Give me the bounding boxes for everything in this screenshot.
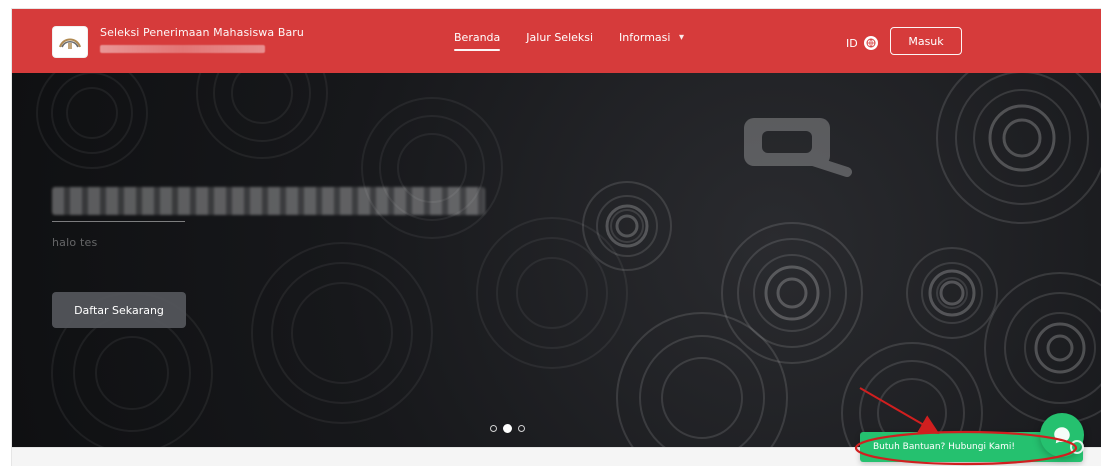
help-contact-label: Butuh Bantuan? Hubungi Kami! bbox=[873, 442, 1015, 452]
hero-carousel: halo tes Daftar Sekarang bbox=[12, 73, 1101, 447]
chat-bubble-icon bbox=[1054, 427, 1070, 444]
register-now-button[interactable]: Daftar Sekarang bbox=[52, 292, 186, 328]
nav-beranda[interactable]: Beranda bbox=[454, 31, 501, 51]
university-logo bbox=[52, 26, 88, 58]
hero-background-pattern bbox=[36, 73, 1101, 447]
language-code: ID bbox=[846, 36, 858, 50]
hero-title-redacted bbox=[52, 187, 485, 215]
q-logo-mark bbox=[744, 118, 852, 177]
whatsapp-mini-icon bbox=[1070, 440, 1084, 454]
top-navbar: Seleksi Penerimaan Mahasiswa Baru Berand… bbox=[12, 9, 1101, 73]
brand-title: Seleksi Penerimaan Mahasiswa Baru bbox=[100, 26, 304, 39]
brand-text: Seleksi Penerimaan Mahasiswa Baru bbox=[100, 26, 304, 53]
carousel-indicators bbox=[490, 424, 525, 433]
nav-jalur-seleksi-label: Jalur Seleksi bbox=[526, 31, 594, 44]
carousel-dot-3[interactable] bbox=[518, 425, 525, 432]
app-frame: Seleksi Penerimaan Mahasiswa Baru Berand… bbox=[12, 9, 1101, 466]
nav-jalur-seleksi[interactable]: Jalur Seleksi bbox=[526, 31, 593, 51]
nav-beranda-label: Beranda bbox=[454, 31, 501, 44]
hero-divider bbox=[52, 221, 185, 222]
chevron-down-icon: ▾ bbox=[678, 32, 684, 43]
brand-subtitle-redacted bbox=[100, 45, 265, 53]
nav-informasi[interactable]: Informasi ▾ bbox=[619, 31, 684, 51]
nav-informasi-label: Informasi bbox=[619, 31, 671, 44]
main-nav: Beranda Jalur Seleksi Informasi ▾ bbox=[454, 31, 684, 51]
logo-icon bbox=[59, 38, 81, 49]
login-button[interactable]: Masuk bbox=[890, 27, 962, 55]
carousel-dot-2[interactable] bbox=[503, 424, 512, 433]
hero-subtitle: halo tes bbox=[52, 236, 98, 249]
globe-icon bbox=[863, 36, 878, 50]
carousel-dot-1[interactable] bbox=[490, 425, 497, 432]
language-switcher[interactable]: ID bbox=[846, 36, 878, 50]
brand[interactable]: Seleksi Penerimaan Mahasiswa Baru bbox=[52, 26, 304, 58]
